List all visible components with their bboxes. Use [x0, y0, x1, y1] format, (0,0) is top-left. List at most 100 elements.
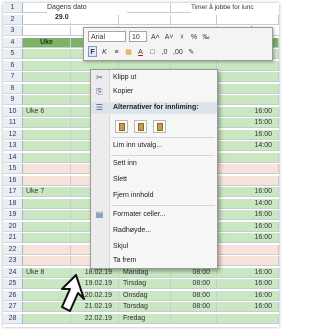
row-header[interactable]: 9 [3, 95, 23, 105]
cell-uke[interactable] [23, 95, 71, 105]
cell-ut[interactable] [217, 60, 279, 71]
cell-uke[interactable] [23, 49, 71, 59]
row-header[interactable]: 5 [3, 49, 23, 59]
cell-ut[interactable]: 15:00 [217, 118, 279, 128]
cell-uke[interactable] [23, 164, 71, 174]
cell-ut[interactable]: 16:00 [217, 210, 279, 220]
row-header[interactable]: 7 [3, 72, 23, 82]
cell-dag[interactable]: Fredag [119, 313, 171, 324]
font-size-box[interactable]: 10 [129, 31, 147, 42]
paste-values-icon[interactable] [134, 120, 147, 133]
row-header[interactable]: 11 [3, 118, 23, 128]
cell-uke[interactable] [23, 221, 71, 232]
menu-item-unhide[interactable]: Ta frem [91, 255, 217, 267]
cell-dag[interactable]: Onsdag [119, 290, 171, 301]
row-header[interactable]: 22 [3, 244, 23, 255]
cell-uke[interactable]: Uke 6 [23, 106, 71, 117]
cell-ut[interactable]: 16:00 [217, 106, 279, 117]
row-header[interactable]: 21 [3, 233, 23, 243]
cell-ut[interactable]: 16:00 [217, 221, 279, 232]
fill-color-button[interactable]: ▦ [124, 46, 133, 57]
cell-ut[interactable] [217, 164, 279, 174]
cell-ut[interactable] [217, 72, 279, 82]
cell-ut[interactable] [217, 244, 279, 255]
thousands-button[interactable]: ‰ [202, 31, 211, 42]
cell-inn[interactable]: 08:00 [171, 302, 217, 312]
cell-ut[interactable]: 16:00 [217, 129, 279, 140]
cell-inn[interactable]: 08:00 [171, 279, 217, 289]
cell-uke[interactable]: Uke 7 [23, 187, 71, 197]
align-button[interactable]: ≡ [112, 46, 121, 57]
percent-button[interactable]: % [190, 31, 199, 42]
menu-item-copy[interactable]: ⎘ Kopier [91, 86, 217, 98]
row-header[interactable]: 18 [3, 198, 23, 209]
menu-item-clear-contents[interactable]: Fjern innhold [91, 190, 217, 202]
cell-uke[interactable] [23, 129, 71, 140]
cell-ut[interactable] [217, 313, 279, 324]
cell-inn[interactable] [171, 313, 217, 324]
bold-button[interactable]: F [88, 46, 97, 57]
cell-ut[interactable]: 16:00 [217, 267, 279, 278]
cell-inn[interactable] [171, 14, 217, 25]
grow-font-button[interactable]: A˄ [150, 31, 161, 42]
cell-ut[interactable]: 16:00 [217, 187, 279, 197]
cell-inn[interactable]: 08:00 [171, 267, 217, 278]
menu-item-hide[interactable]: Skjul [91, 241, 217, 253]
paste-default-icon[interactable] [115, 120, 128, 133]
decrease-decimal-button[interactable]: ,00 [172, 46, 184, 57]
row-header[interactable]: 27 [3, 302, 23, 312]
cell-uke[interactable]: Uke [23, 37, 71, 48]
cell-ut[interactable]: 16:00 [217, 279, 279, 289]
menu-item-insert[interactable]: Sett inn [91, 158, 217, 170]
row-header[interactable]: 8 [3, 83, 23, 94]
font-name-box[interactable]: Arial [88, 31, 126, 42]
row-header[interactable]: 26 [3, 290, 23, 301]
cell-ut[interactable]: 16:00 [217, 302, 279, 312]
cell-uke[interactable] [23, 60, 71, 71]
cell-ut[interactable] [217, 152, 279, 163]
row-header[interactable]: 16 [3, 175, 23, 186]
row-header[interactable]: 28 [3, 313, 23, 324]
cell-ut[interactable] [217, 175, 279, 186]
cell-uke[interactable] [23, 83, 71, 94]
cell-uke[interactable] [23, 210, 71, 220]
row-header[interactable]: 20 [3, 221, 23, 232]
cell-uke[interactable] [23, 175, 71, 186]
menu-item-cut[interactable]: ✂ Klipp ut [91, 72, 217, 84]
row-header[interactable]: 4 [3, 37, 23, 48]
row-header[interactable]: 19 [3, 210, 23, 220]
cell-ut[interactable] [217, 256, 279, 266]
cell-dag[interactable] [119, 14, 171, 25]
row-header[interactable]: 14 [3, 152, 23, 163]
menu-item-format-cells[interactable]: ▤ Formater celler... [91, 209, 217, 221]
menu-item-paste-special[interactable]: Lim inn utvalg... [91, 140, 217, 152]
cell-ut[interactable] [217, 14, 279, 25]
cell-ut[interactable]: 14:00 [217, 198, 279, 209]
menu-item-delete[interactable]: Slett [91, 174, 217, 186]
borders-button[interactable]: □ [148, 46, 157, 57]
cell-ut[interactable] [217, 83, 279, 94]
cell-uke[interactable] [23, 152, 71, 163]
row-header[interactable]: 17 [3, 187, 23, 197]
shrink-font-button[interactable]: A˅ [164, 31, 175, 42]
row-header[interactable]: 1 [3, 3, 23, 13]
row-header[interactable]: 3 [3, 26, 23, 36]
cell-inn[interactable]: 08:00 [171, 290, 217, 301]
cell-uke[interactable] [23, 198, 71, 209]
cell-ut[interactable]: 16:00 [217, 290, 279, 301]
cell-ut[interactable]: 16:00 [217, 233, 279, 243]
row-header[interactable]: 10 [3, 106, 23, 117]
row-header[interactable]: 13 [3, 141, 23, 151]
cell-uke[interactable] [23, 256, 71, 266]
cell-ut[interactable] [217, 95, 279, 105]
cell-uke[interactable] [23, 244, 71, 255]
row-header[interactable]: 23 [3, 256, 23, 266]
menu-item-row-height[interactable]: Radhøyde... [91, 225, 217, 237]
cell-uke[interactable] [23, 233, 71, 243]
font-color-button[interactable]: A [136, 46, 145, 57]
currency-button[interactable]: ☓ [178, 31, 187, 42]
row-header[interactable]: 15 [3, 164, 23, 174]
increase-decimal-button[interactable]: ,0 [160, 46, 169, 57]
row-header[interactable]: 24 [3, 267, 23, 278]
cell-uke[interactable] [23, 72, 71, 82]
